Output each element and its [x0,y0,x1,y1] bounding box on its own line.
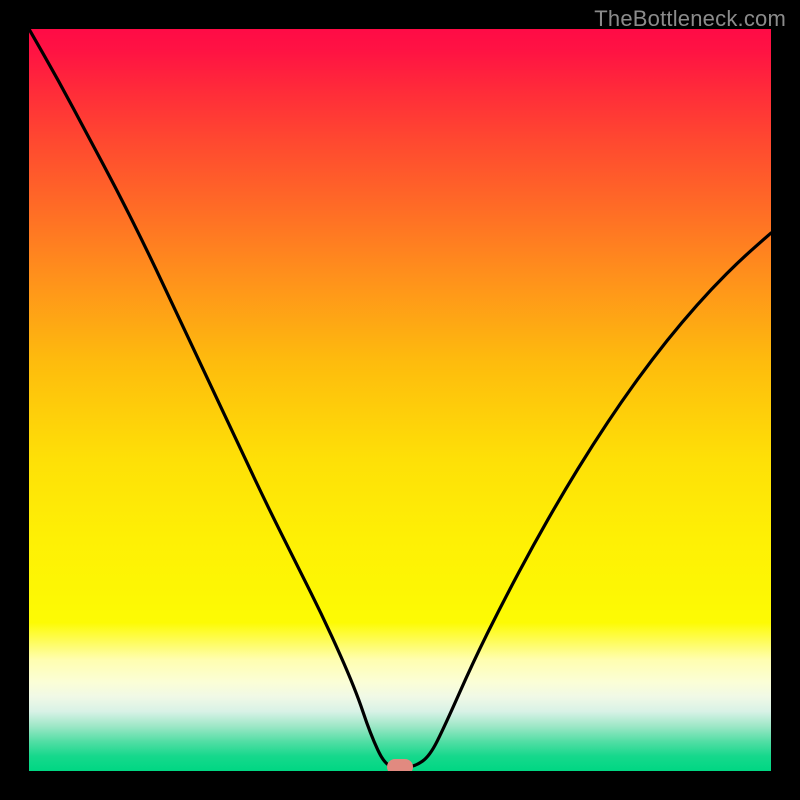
optimal-marker [387,759,413,771]
watermark-text: TheBottleneck.com [594,6,786,32]
chart-frame: TheBottleneck.com [0,0,800,800]
plot-area [29,29,771,771]
bottleneck-curve [29,29,771,771]
